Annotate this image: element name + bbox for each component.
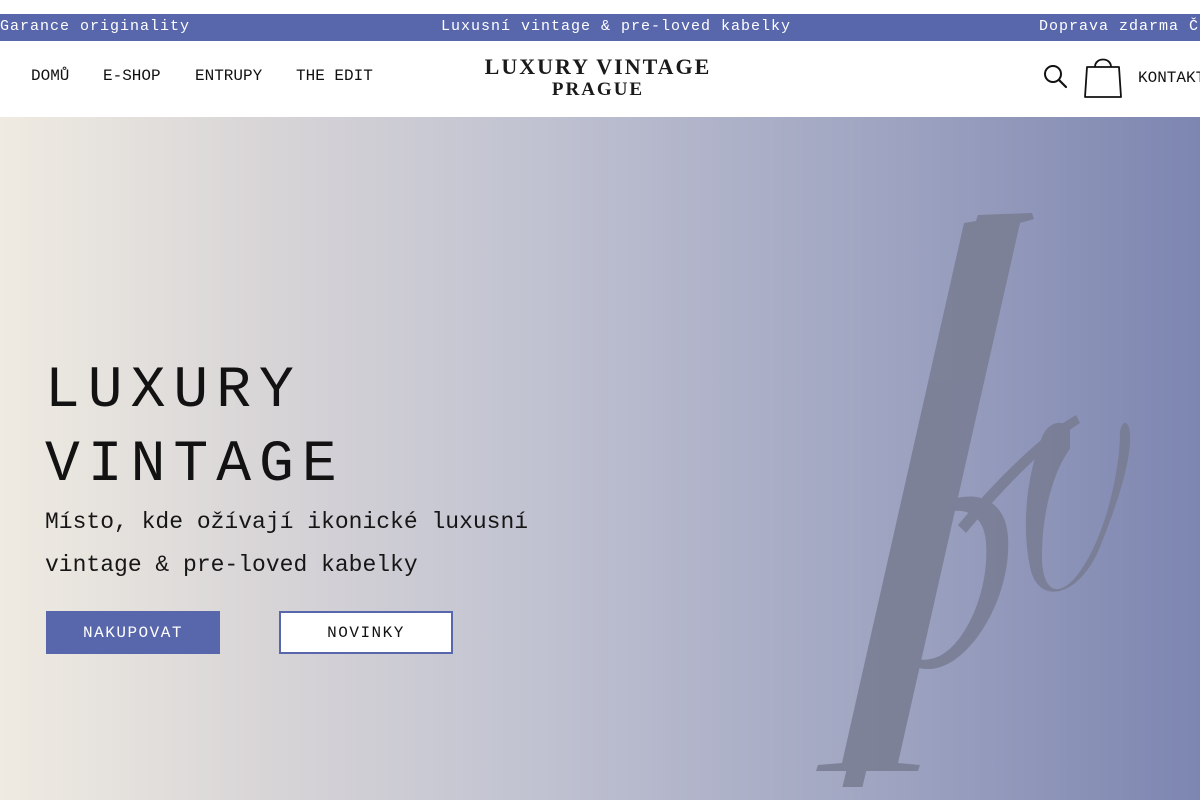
new-arrivals-button[interactable]: NOVINKY: [279, 611, 453, 654]
nav-item-home[interactable]: DOMŮ: [31, 67, 69, 85]
nav-item-contact[interactable]: KONTAKT: [1138, 69, 1200, 87]
site-header: DOMŮ E-SHOP ENTRUPY THE EDIT LUXURY VINT…: [0, 41, 1200, 117]
announcement-bar: Garance originality Luxusní vintage & pr…: [0, 14, 1200, 41]
hero-subtitle: Místo, kde ožívají ikonické luxusní vint…: [45, 509, 529, 578]
hero-banner: LUXURY VINTAGE Místo, kde ožívají ikonic…: [0, 117, 1200, 800]
hero-title: LUXURY VINTAGE: [45, 355, 345, 503]
shopping-bag-icon[interactable]: [1082, 53, 1124, 101]
nav-item-eshop[interactable]: E-SHOP: [103, 67, 161, 85]
hero-title-line-2: VINTAGE: [45, 433, 345, 498]
lv-monogram-logo: [816, 213, 1131, 787]
site-logo[interactable]: LUXURY VINTAGE PRAGUE: [480, 55, 716, 101]
shop-now-button[interactable]: NAKUPOVAT: [46, 611, 220, 654]
nav-item-the-edit[interactable]: THE EDIT: [296, 67, 373, 85]
logo-line-2: PRAGUE: [551, 79, 645, 100]
announcement-originality: Garance originality: [0, 18, 191, 35]
search-icon[interactable]: [1042, 63, 1068, 89]
hero-title-line-1: LUXURY: [45, 359, 302, 424]
nav-item-entrupy[interactable]: ENTRUPY: [195, 67, 262, 85]
announcement-shipping: Doprava zdarma ČR: [1039, 18, 1200, 35]
logo-line-1: LUXURY VINTAGE: [484, 54, 712, 79]
announcement-tagline: Luxusní vintage & pre-loved kabelky: [441, 18, 792, 35]
top-spacer: [0, 0, 1200, 14]
